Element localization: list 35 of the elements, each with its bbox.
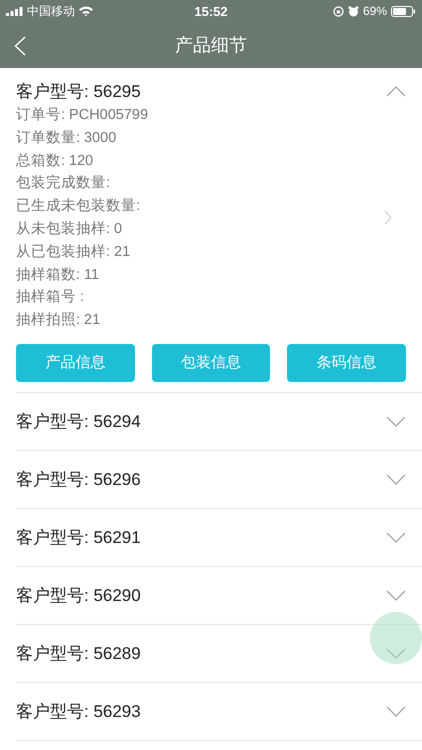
battery-icon	[391, 6, 416, 16]
back-chevron-icon	[14, 36, 26, 56]
signal-icon	[6, 6, 23, 16]
rotation-lock-icon	[332, 6, 344, 16]
detail-line: 已生成未包装数量:	[16, 197, 142, 216]
carrier-name: 中国移动	[27, 2, 75, 20]
product-row-header[interactable]: 客户型号: 56291	[16, 508, 422, 566]
detail-line: 从已包装抽样: 21	[16, 242, 132, 262]
customer-model-label: 客户型号: 56290	[16, 584, 141, 607]
customer-model-label: 客户型号: 56296	[16, 468, 141, 491]
customer-model-label: 客户型号: 56295	[16, 80, 141, 102]
detail-line: 从未包装抽样: 0	[16, 220, 124, 239]
touch-indicator	[370, 612, 422, 664]
detail-line: 包装完成数量:	[16, 174, 112, 194]
status-time: 15:52	[194, 4, 228, 18]
product-row-header[interactable]: 客户型号: 56289	[16, 624, 422, 682]
detail-line: 抽样拍照: 21	[16, 311, 102, 330]
customer-model-label: 客户型号: 56293	[16, 700, 141, 723]
product-row-header[interactable]: 客户型号: 56293	[16, 682, 422, 740]
alarm-icon	[348, 6, 359, 16]
detail-line: 总箱数: 120	[16, 152, 94, 171]
detail-line: 抽样箱号 :	[16, 288, 86, 308]
chevron-right-icon	[384, 210, 392, 226]
customer-model-label: 客户型号: 56289	[16, 642, 141, 665]
battery-percent: 69%	[362, 4, 387, 18]
product-row-header[interactable]: 客户型号: 56290	[16, 566, 422, 624]
wifi-icon	[79, 6, 93, 16]
customer-model-label: 客户型号: 56294	[16, 410, 141, 433]
product-row-header[interactable]: 客户型号: 56296	[16, 450, 422, 508]
detail-line: 抽样箱数: 11	[16, 266, 100, 285]
detail-line: 订单数量: 3000	[16, 128, 118, 148]
page-title: 产品细节	[175, 34, 247, 57]
product-row-header[interactable]: 客户型号: 56294	[16, 392, 422, 450]
detail-line: 订单号: PCH005799	[16, 106, 148, 125]
customer-model-label: 客户型号: 56291	[16, 526, 141, 549]
